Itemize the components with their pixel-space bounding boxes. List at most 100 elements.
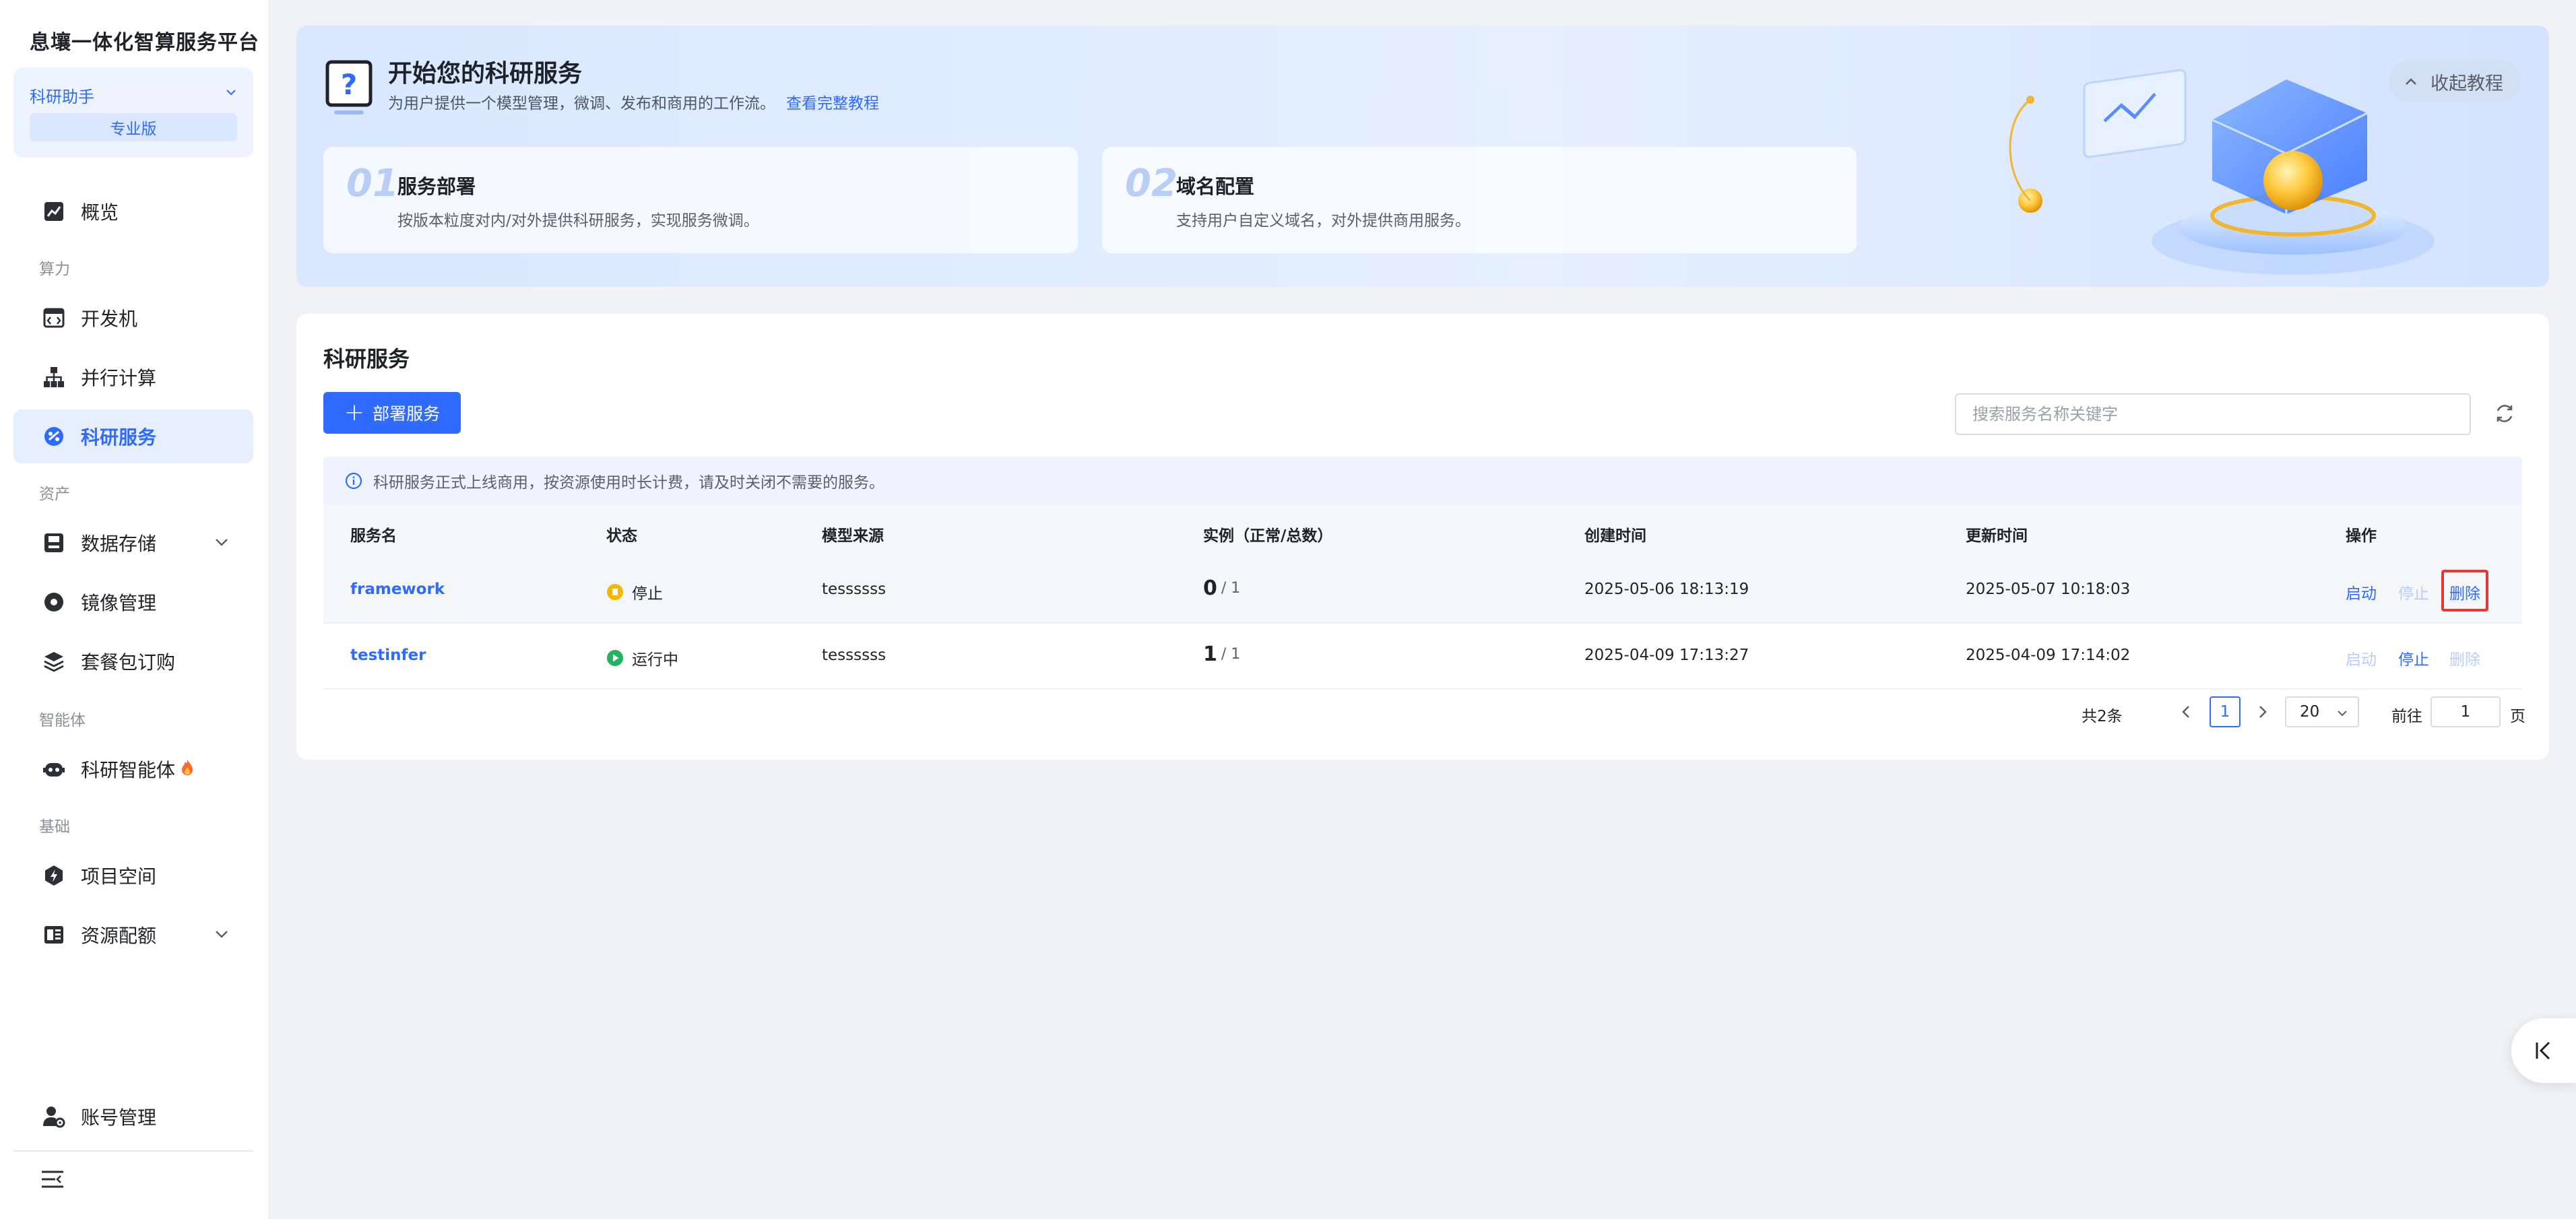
deploy-service-label: 部署服务 — [373, 404, 441, 424]
table-header: 服务名 状态 模型来源 实例（正常/总数） 创建时间 更新时间 操作 — [323, 505, 2522, 558]
delete-button[interactable]: 删除 — [2449, 581, 2480, 603]
service-name-link[interactable]: framework — [350, 581, 445, 598]
column-header-instances: 实例（正常/总数） — [1203, 527, 1333, 545]
sidebar-item-project[interactable]: 项目空间 — [13, 849, 253, 902]
instance-normal: 1 — [1203, 643, 1217, 666]
question-icon: ? — [325, 59, 373, 120]
column-header-created: 创建时间 — [1584, 527, 1646, 545]
table-row: framework 停止 tessssss 0 / 1 2025-05-06 1… — [323, 558, 2522, 624]
instance-count: 1 / 1 — [1203, 643, 1240, 666]
sidebar-item-quota[interactable]: 资源配额 — [13, 908, 253, 962]
notice-text: 科研服务正式上线商用，按资源使用时长计费，请及时关闭不需要的服务。 — [373, 474, 884, 492]
start-button[interactable]: 启动 — [2346, 581, 2377, 603]
billing-notice: 科研服务正式上线商用，按资源使用时长计费，请及时关闭不需要的服务。 — [323, 457, 2522, 505]
chevron-right-icon[interactable] — [2253, 702, 2273, 725]
fire-icon — [179, 758, 195, 781]
sidebar-item-label: 项目空间 — [81, 865, 157, 888]
tutorial-banner: ? 开始您的科研服务 为用户提供一个模型管理，微调、发布和商用的工作流。 查看完整… — [296, 26, 2549, 287]
group-label-assets: 资产 — [39, 486, 70, 503]
step-number: 02 — [1125, 162, 1178, 205]
step-description: 按版本粒度对内/对外提供科研服务，实现服务微调。 — [397, 212, 759, 230]
status-cell: 运行中 — [606, 647, 678, 669]
table-row: testinfer 运行中 tessssss 1 / 1 2025-04-09 … — [323, 624, 2522, 690]
banner-desc-text: 为用户提供一个模型管理，微调、发布和商用的工作流。 — [388, 95, 775, 112]
status-cell: 停止 — [606, 581, 663, 603]
chevron-left-icon[interactable] — [2176, 702, 2196, 725]
stop-button[interactable]: 停止 — [2398, 581, 2429, 603]
updated-time: 2025-05-07 10:18:03 — [1966, 581, 2131, 598]
stop-button[interactable]: 停止 — [2398, 647, 2429, 669]
delete-button[interactable]: 删除 — [2449, 647, 2480, 669]
goto-unit: 页 — [2510, 708, 2525, 725]
page-title: 科研服务 — [323, 346, 410, 372]
step-card-domain: 02 域名配置 支持用户自定义域名，对外提供商用服务。 — [1102, 147, 1857, 253]
sidebar-item-label: 并行计算 — [81, 367, 157, 389]
step-description: 支持用户自定义域名，对外提供商用服务。 — [1176, 212, 1471, 230]
instance-total: / 1 — [1221, 580, 1241, 597]
sidebar-item-account[interactable]: 账号管理 — [13, 1090, 253, 1144]
lightning-icon — [40, 862, 67, 889]
column-header-name: 服务名 — [350, 527, 397, 545]
sidebar-item-label: 概览 — [81, 201, 119, 224]
created-time: 2025-05-06 18:13:19 — [1584, 581, 1749, 598]
goto-label: 前往 — [2391, 708, 2422, 725]
chevron-down-icon — [213, 925, 230, 948]
banner-title: 开始您的科研服务 — [388, 60, 583, 88]
full-tutorial-link[interactable]: 查看完整教程 — [786, 95, 879, 112]
sidebar-item-label: 账号管理 — [81, 1107, 157, 1129]
column-header-ops: 操作 — [2346, 527, 2377, 545]
robot-icon — [40, 756, 67, 783]
page-size-value: 20 — [2300, 703, 2320, 721]
sidebar-divider — [13, 1150, 253, 1152]
column-header-updated: 更新时间 — [1966, 527, 2028, 545]
brand-title: 息壤一体化智算服务平台 — [30, 31, 259, 55]
sidebar-item-packages[interactable]: 套餐包订购 — [13, 634, 253, 688]
step-title: 域名配置 — [1176, 175, 1255, 198]
edition-badge: 专业版 — [30, 113, 237, 141]
workspace-selector[interactable]: 科研助手 专业版 — [13, 67, 253, 158]
pause-status-icon — [607, 584, 623, 600]
sidebar-item-storage[interactable]: 数据存储 — [13, 516, 253, 570]
chevron-up-icon — [2406, 78, 2416, 85]
model-source: tessssss — [822, 647, 887, 664]
sidebar-item-label: 套餐包订购 — [81, 651, 176, 673]
hierarchy-icon — [40, 364, 67, 391]
sidebar-item-research-service[interactable]: 科研服务 — [13, 409, 253, 463]
column-header-source: 模型来源 — [822, 527, 884, 545]
instance-normal: 0 — [1203, 576, 1217, 600]
dashboard-icon — [40, 921, 67, 948]
refresh-icon[interactable] — [2491, 400, 2518, 430]
page-size-select[interactable]: 20 — [2285, 696, 2359, 727]
collapse-tutorial-button[interactable]: 收起教程 — [2389, 61, 2521, 102]
goto-page-input[interactable] — [2430, 696, 2501, 727]
pagination-page[interactable]: 1 — [2210, 696, 2241, 727]
info-icon — [345, 472, 362, 490]
search-input[interactable] — [1955, 393, 2471, 435]
step-number: 01 — [346, 162, 399, 205]
sidebar-item-images[interactable]: 镜像管理 — [13, 575, 253, 629]
sidebar-item-label: 科研服务 — [81, 426, 157, 449]
sidebar-item-agent[interactable]: 科研智能体 — [13, 742, 253, 796]
user-settings-icon — [40, 1103, 67, 1130]
service-name-link[interactable]: testinfer — [350, 647, 426, 664]
chevron-down-icon — [2338, 711, 2347, 717]
sidebar-item-devbox[interactable]: 开发机 — [13, 291, 253, 345]
chevron-down-icon — [225, 86, 237, 101]
svg-text:?: ? — [341, 68, 357, 101]
created-time: 2025-04-09 17:13:27 — [1584, 647, 1749, 664]
sidebar-item-parallel[interactable]: 并行计算 — [13, 350, 253, 404]
sidebar-item-label: 开发机 — [81, 308, 138, 330]
workspace-name: 科研助手 — [30, 88, 94, 106]
deploy-service-button[interactable]: + 部署服务 — [323, 392, 461, 434]
service-list-card: 科研服务 + 部署服务 科研服务正式上线商用，按资源使用时长计费，请及时关闭不需… — [296, 314, 2549, 760]
side-panel-toggle-button[interactable] — [2511, 1018, 2576, 1083]
service-icon — [40, 423, 67, 450]
sidebar-item-label: 镜像管理 — [81, 592, 157, 614]
sidebar-item-label: 科研智能体 — [81, 759, 176, 781]
menu-collapse-icon[interactable] — [40, 1169, 65, 1192]
collapse-tutorial-label: 收起教程 — [2430, 73, 2503, 94]
sidebar-item-overview[interactable]: 概览 — [13, 185, 253, 238]
status-text: 运行中 — [632, 651, 678, 669]
group-label-base: 基础 — [39, 818, 70, 836]
start-button[interactable]: 启动 — [2346, 647, 2377, 669]
